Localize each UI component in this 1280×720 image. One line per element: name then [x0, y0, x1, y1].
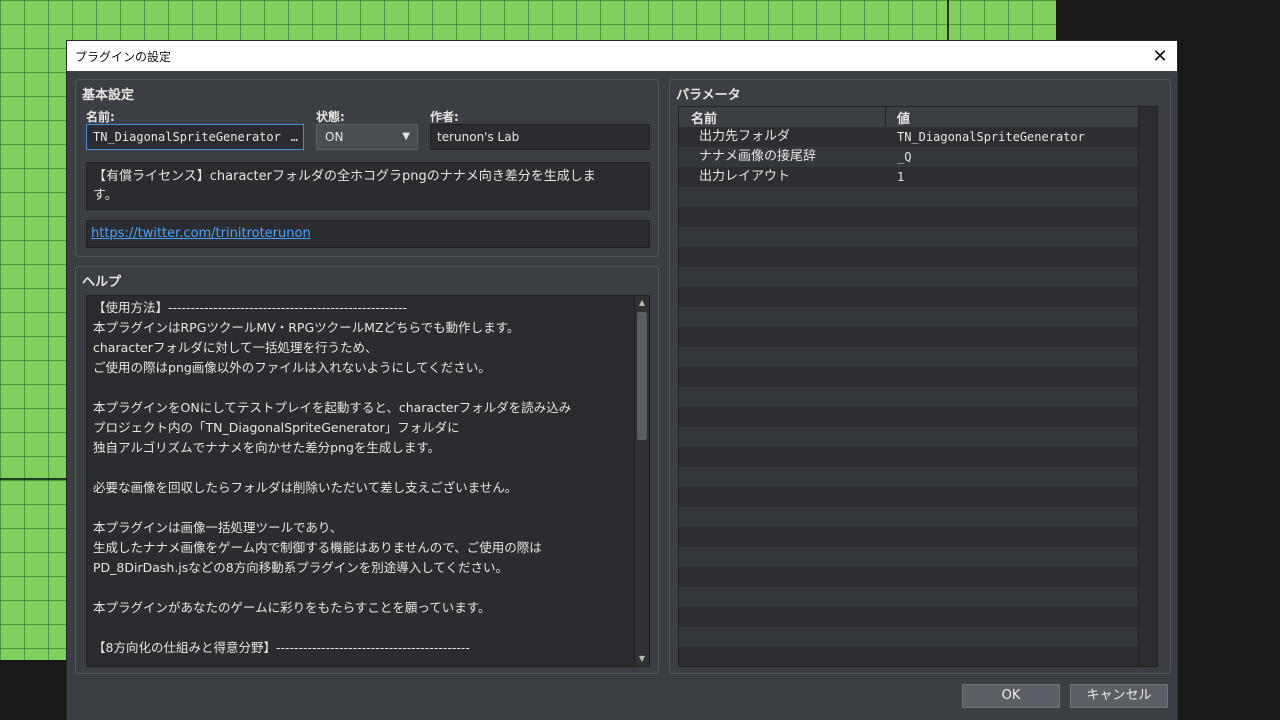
help-line: 本プラグインがあなたのゲームに彩りをもたらすことを願っています。	[93, 600, 491, 615]
help-text-box[interactable]: 【使用方法】----------------------------------…	[86, 295, 650, 667]
help-line: 必要な画像を回収したらフォルダは削除いただいて差し支えございません。	[93, 480, 518, 495]
help-line: 【使用方法】----------------------------------…	[93, 300, 408, 315]
help-line: 本プラグインをONにしてテストプレイを起動すると、characterフォルダを読…	[93, 400, 572, 415]
param-value: _Q	[897, 150, 912, 164]
basic-settings-title: 基本設定	[82, 88, 135, 103]
help-line: 独自アルゴリズムでナナメを向かせた差分pngを生成します。	[93, 440, 441, 455]
help-line: characterフォルダに対して一括処理を行うため、	[93, 340, 378, 355]
ok-button[interactable]: OK	[962, 684, 1060, 708]
cancel-button[interactable]: キャンセル	[1070, 684, 1168, 708]
column-divider	[885, 107, 886, 127]
table-row[interactable]: 出力先フォルダ TN_DiagonalSpriteGenerator	[679, 127, 1157, 147]
status-select[interactable]: ON ▼	[316, 124, 418, 150]
help-title: ヘルプ	[82, 275, 122, 290]
browse-button[interactable]: …	[291, 125, 299, 149]
help-line: ご使用の際はpng画像以外のファイルは入れないようにしてください。	[93, 360, 491, 375]
close-icon[interactable]: ✕	[1143, 41, 1177, 71]
description-box[interactable]: 【有償ライセンス】characterフォルダの全ホコグラpngのナナメ向き差分を…	[86, 162, 650, 210]
help-group: ヘルプ 【使用方法】------------------------------…	[75, 266, 659, 674]
table-row[interactable]: 出力レイアウト 1	[679, 167, 1157, 187]
param-name: 出力レイアウト	[699, 169, 791, 184]
help-text: 【使用方法】----------------------------------…	[93, 298, 631, 658]
dialog-titlebar: プラグインの設定 ✕	[67, 41, 1177, 71]
scroll-down-icon[interactable]: ▼	[635, 652, 649, 666]
help-line: 【8方向化の仕組みと得意分野】-------------------------…	[93, 640, 470, 655]
help-line	[93, 578, 631, 598]
scroll-thumb[interactable]	[637, 312, 647, 440]
help-line: 本プラグインはRPGツクールMV・RPGツクールMZどちらでも動作します。	[93, 320, 520, 335]
status-label: 状態:	[316, 110, 345, 124]
basic-settings-group: 基本設定 名前: 状態: 作者: TN_DiagonalSpriteGenera…	[75, 79, 659, 257]
parameters-title: パラメータ	[676, 88, 741, 103]
table-scrollbar	[1138, 107, 1157, 666]
plugin-settings-dialog: プラグインの設定 ✕ 基本設定 名前: 状態: 作者: TN_DiagonalS…	[67, 41, 1177, 720]
help-line	[93, 498, 631, 518]
param-value: TN_DiagonalSpriteGenerator	[897, 130, 1085, 144]
parameters-table: 名前 値 出力先フォルダ TN_DiagonalSpriteGenerator ナナ…	[678, 106, 1158, 667]
author-field[interactable]: terunon's Lab	[430, 124, 650, 150]
param-value: 1	[897, 170, 905, 184]
dialog-title: プラグインの設定	[75, 50, 172, 64]
param-name: 出力先フォルダ	[699, 129, 791, 144]
help-line: 生成したナナメ画像をゲーム内で制御する機能はありませんので、ご使用の際は	[93, 540, 542, 555]
url-box: https://twitter.com/trinitroterunon	[86, 220, 650, 248]
name-label: 名前:	[86, 110, 115, 124]
scroll-up-icon[interactable]: ▲	[635, 296, 649, 310]
help-line	[93, 458, 631, 478]
help-line: 本プラグインは画像一括処理ツールであり、	[93, 520, 343, 535]
column-header-value[interactable]: 値	[897, 108, 910, 127]
table-body: 出力先フォルダ TN_DiagonalSpriteGenerator ナナメ画像の接…	[679, 127, 1157, 666]
parameters-group: パラメータ 名前 値 出力先フォルダ TN_DiagonalSpriteGener…	[669, 79, 1171, 674]
plugin-name-value: TN_DiagonalSpriteGenerator	[93, 130, 281, 144]
map-divider	[947, 0, 949, 40]
map-divider	[0, 478, 67, 480]
table-header: 名前 値	[679, 107, 1157, 128]
help-line: PD_8DirDash.jsなどの8方向移動系プラグインを別途導入してください。	[93, 560, 508, 575]
author-url-link[interactable]: https://twitter.com/trinitroterunon	[91, 226, 311, 241]
column-header-name[interactable]: 名前	[691, 108, 717, 127]
plugin-name-field[interactable]: TN_DiagonalSpriteGenerator …	[86, 124, 304, 150]
table-row[interactable]: ナナメ画像の接尾辞 _Q	[679, 147, 1157, 167]
help-scrollbar[interactable]: ▲ ▼	[634, 296, 649, 666]
help-line: プロジェクト内の「TN_DiagonalSpriteGenerator」フォルダ…	[93, 420, 460, 435]
status-value: ON	[325, 130, 344, 144]
author-label: 作者:	[430, 110, 459, 124]
param-name: ナナメ画像の接尾辞	[699, 149, 817, 164]
help-line	[93, 618, 631, 638]
help-line	[93, 378, 631, 398]
chevron-down-icon: ▼	[402, 131, 410, 142]
description-line: 【有償ライセンス】characterフォルダの全ホコグラpngのナナメ向き差分を…	[93, 169, 596, 184]
description-line: す。	[93, 188, 118, 203]
author-value: terunon's Lab	[437, 130, 520, 144]
